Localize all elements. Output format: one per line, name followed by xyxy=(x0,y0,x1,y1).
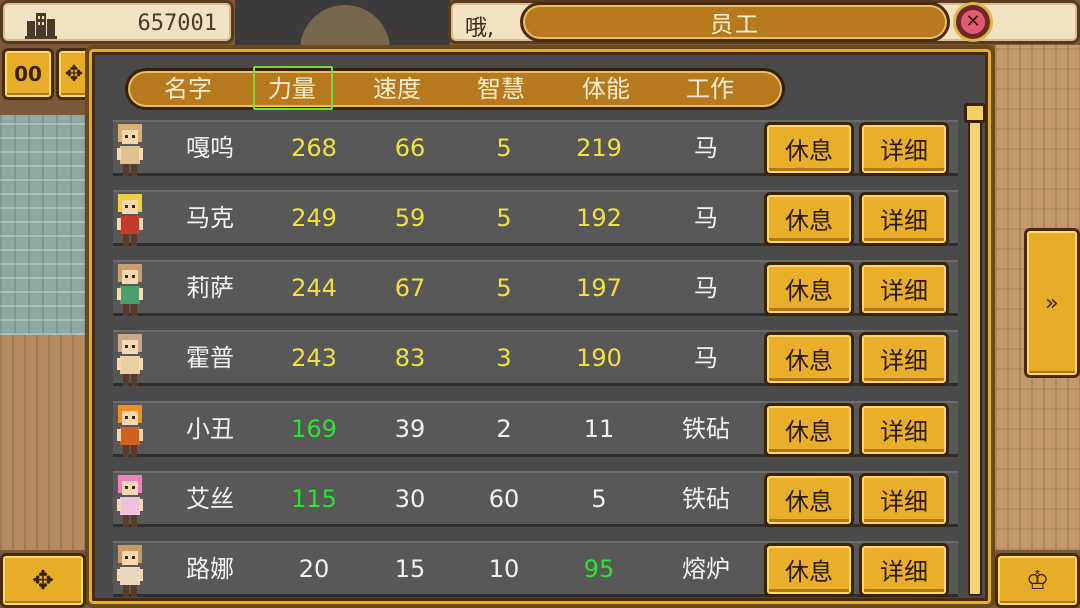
rest-button[interactable]: 休息 xyxy=(764,192,854,246)
employee-avatar xyxy=(117,545,143,597)
employee-strength: 243 xyxy=(291,344,337,372)
detail-button[interactable]: 详细 xyxy=(859,192,949,246)
employee-wisdom: 3 xyxy=(496,344,512,372)
employee-stamina: 5 xyxy=(591,485,607,513)
employee-avatar xyxy=(117,194,143,246)
building-icon xyxy=(25,13,57,39)
header-stamina[interactable]: 体能 xyxy=(582,74,630,104)
employee-row: 路娜 20 15 10 95 熔炉 休息 详细 xyxy=(113,541,958,597)
window-title: 员工 xyxy=(710,12,760,38)
header-name[interactable]: 名字 xyxy=(164,74,212,104)
employee-speed: 59 xyxy=(394,204,426,232)
crown-icon: ♔ xyxy=(1025,565,1050,596)
rest-button[interactable]: 休息 xyxy=(764,543,854,597)
employee-wisdom: 10 xyxy=(488,555,520,583)
employee-name: 马克 xyxy=(186,204,234,232)
rest-button[interactable]: 休息 xyxy=(764,122,854,176)
employee-speed: 15 xyxy=(394,555,426,583)
employee-wisdom: 2 xyxy=(496,415,512,443)
close-button[interactable]: ✕ xyxy=(953,2,993,42)
employee-stamina: 95 xyxy=(583,555,615,583)
detail-button[interactable]: 详细 xyxy=(859,473,949,527)
employee-wisdom: 5 xyxy=(496,274,512,302)
employee-wisdom: 5 xyxy=(496,134,512,162)
employee-strength: 268 xyxy=(291,134,337,162)
employee-avatar xyxy=(117,124,143,176)
employee-strength: 244 xyxy=(291,274,337,302)
detail-button[interactable]: 详细 xyxy=(859,543,949,597)
money-bar: 657001 xyxy=(0,0,234,44)
employee-stamina: 11 xyxy=(583,415,615,443)
dpad-button[interactable]: ✥ xyxy=(0,553,86,608)
employee-strength: 169 xyxy=(291,415,337,443)
scrollbar-thumb[interactable] xyxy=(964,103,986,123)
rest-button[interactable]: 休息 xyxy=(764,473,854,527)
money-value: 657001 xyxy=(137,11,217,36)
employee-row: 嘎呜 268 66 5 219 马 休息 详细 xyxy=(113,120,958,176)
detail-button[interactable]: 详细 xyxy=(859,122,949,176)
employee-job: 熔炉 xyxy=(682,555,730,583)
employee-wisdom: 60 xyxy=(488,485,520,513)
employee-job: 马 xyxy=(694,274,718,302)
detail-button[interactable]: 详细 xyxy=(859,332,949,386)
employee-avatar xyxy=(117,475,143,527)
employee-job: 马 xyxy=(694,204,718,232)
header-job[interactable]: 工作 xyxy=(686,74,734,104)
employee-job: 铁砧 xyxy=(682,485,730,513)
scrollbar-track[interactable] xyxy=(968,108,982,596)
fast-forward-icon: » xyxy=(1045,290,1059,316)
detail-button[interactable]: 详细 xyxy=(859,262,949,316)
employee-row: 艾丝 115 30 60 5 铁砧 休息 详细 xyxy=(113,471,958,527)
employee-avatar xyxy=(117,405,143,457)
message-text: 哦, xyxy=(465,16,494,41)
employee-strength: 249 xyxy=(291,204,337,232)
stone-floor-background xyxy=(0,115,95,335)
window-title-bar: 员工 xyxy=(520,2,950,42)
employee-stamina: 192 xyxy=(576,204,622,232)
employee-stamina: 190 xyxy=(576,344,622,372)
next-page-button[interactable]: » xyxy=(1024,228,1080,378)
employee-speed: 30 xyxy=(394,485,426,513)
rest-button[interactable]: 休息 xyxy=(764,403,854,457)
employee-stamina: 219 xyxy=(576,134,622,162)
settings-icon: ✥ xyxy=(64,61,84,87)
header-wisdom[interactable]: 智慧 xyxy=(477,74,525,104)
dpad-icon: ✥ xyxy=(32,565,54,596)
employee-wisdom: 5 xyxy=(496,204,512,232)
employee-name: 莉萨 xyxy=(186,274,234,302)
employee-name: 小丑 xyxy=(186,415,234,443)
employee-job: 马 xyxy=(694,134,718,162)
rest-button[interactable]: 休息 xyxy=(764,262,854,316)
employee-job: 铁砧 xyxy=(682,415,730,443)
employee-name: 嘎呜 xyxy=(186,134,234,162)
rest-button[interactable]: 休息 xyxy=(764,332,854,386)
employee-speed: 83 xyxy=(394,344,426,372)
employee-job: 马 xyxy=(694,344,718,372)
employee-speed: 67 xyxy=(394,274,426,302)
detail-button[interactable]: 详细 xyxy=(859,403,949,457)
employee-row: 霍普 243 83 3 190 马 休息 详细 xyxy=(113,330,958,386)
header-strength[interactable]: 力量 xyxy=(268,74,316,104)
employee-row: 莉萨 244 67 5 197 马 休息 详细 xyxy=(113,260,958,316)
employee-speed: 39 xyxy=(394,415,426,443)
pause-label: 00 xyxy=(14,62,42,86)
pause-button[interactable]: 00 xyxy=(2,48,54,100)
employee-strength: 115 xyxy=(291,485,337,513)
header-speed[interactable]: 速度 xyxy=(373,74,421,104)
employee-avatar xyxy=(117,334,143,386)
employee-stamina: 197 xyxy=(576,274,622,302)
employee-avatar xyxy=(117,264,143,316)
employee-speed: 66 xyxy=(394,134,426,162)
wood-floor-background xyxy=(0,335,95,550)
crown-button[interactable]: ♔ xyxy=(995,553,1080,608)
employee-name: 霍普 xyxy=(186,344,234,372)
close-icon: ✕ xyxy=(961,10,985,34)
employee-row: 小丑 169 39 2 11 铁砧 休息 详细 xyxy=(113,401,958,457)
employee-name: 路娜 xyxy=(186,555,234,583)
employee-name: 艾丝 xyxy=(186,485,234,513)
employee-row: 马克 249 59 5 192 马 休息 详细 xyxy=(113,190,958,246)
employee-strength: 20 xyxy=(298,555,330,583)
